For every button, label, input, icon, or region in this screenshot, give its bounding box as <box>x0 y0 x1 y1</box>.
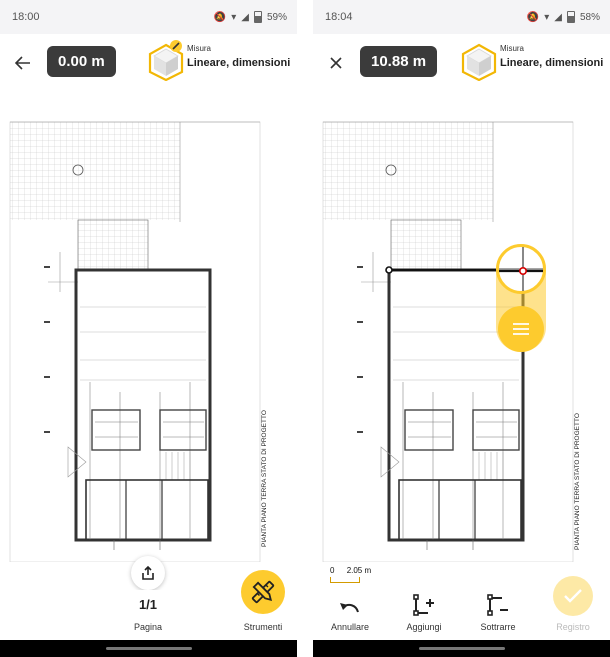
tool-title: Lineare, dimensioni <box>187 57 291 69</box>
top-header: 0.00 m Misura Lineare, dimensioni <box>0 34 297 92</box>
close-icon <box>330 57 342 69</box>
home-handle[interactable] <box>106 647 192 650</box>
undo-icon <box>340 603 359 613</box>
page-count[interactable]: 1/1 <box>128 597 168 612</box>
tool-subtitle: Misura <box>500 44 525 53</box>
drawing-title: PIANTA PIANO TERRA STATO DI PROGETTO <box>261 410 268 547</box>
battery-icon <box>566 11 575 23</box>
status-time: 18:04 <box>325 11 353 23</box>
scale-start: 0 <box>330 566 335 575</box>
undo-button[interactable] <box>335 596 365 618</box>
signal-icon: ◢ <box>241 11 249 23</box>
top-header: 10.88 m Misura Lineare, dimensioni <box>313 34 610 92</box>
add-point-button[interactable] <box>409 594 439 616</box>
right-phone-screen: 18:04 🔕 ▾ ◢ 58% 10.88 m Misura Lineare, … <box>313 0 610 657</box>
status-time: 18:00 <box>12 11 40 23</box>
mute-icon: 🔕 <box>213 11 227 23</box>
measure-tool-button[interactable] <box>147 39 185 82</box>
menu-lines-icon <box>513 323 529 335</box>
cube-measure-icon <box>148 40 184 82</box>
undo-label[interactable]: Annullare <box>325 622 375 632</box>
floor-plan-drawing <box>322 121 574 562</box>
measurement-value: 0.00 m <box>47 46 116 77</box>
tool-texts: Misura Lineare, dimensioni <box>187 44 290 69</box>
tool-texts: Misura Lineare, dimensioni <box>500 44 603 69</box>
system-nav-bar <box>0 640 297 657</box>
tools-label[interactable]: Strumenti <box>236 622 290 632</box>
scale-end: 2.05 m <box>346 566 372 575</box>
left-phone-screen: 18:00 🔕 ▾ ◢ 59% 0.00 m Misura Lineare, d… <box>0 0 297 657</box>
drawing-title: PIANTA PIANO TERRA STATO DI PROGETTO <box>574 413 581 550</box>
register-button[interactable] <box>553 576 593 616</box>
status-icons: 🔕 ▾ ◢ 58% <box>527 11 600 23</box>
back-button[interactable] <box>10 50 36 76</box>
battery-icon <box>253 11 262 23</box>
battery-percent: 59% <box>266 11 287 23</box>
page-label[interactable]: Pagina <box>124 622 172 632</box>
mute-icon: 🔕 <box>526 11 540 23</box>
signal-icon: ◢ <box>554 11 562 23</box>
system-nav-bar <box>313 640 610 657</box>
tool-title: Lineare, dimensioni <box>500 57 604 69</box>
add-point-icon <box>413 594 434 616</box>
wifi-icon: ▾ <box>544 11 550 23</box>
floor-plan-canvas[interactable]: PIANTA PIANO TERRA STATO DI PROGETTO <box>313 92 610 562</box>
cube-measure-icon <box>461 43 497 82</box>
floor-plan-drawing <box>9 121 261 562</box>
magnifier-loupe <box>496 244 546 294</box>
floor-plan-canvas[interactable]: PIANTA PIANO TERRA STATO DI PROGETTO <box>0 92 297 562</box>
scale-bar: 0 2.05 m <box>330 566 371 583</box>
subtract-point-icon <box>487 594 508 616</box>
share-icon <box>142 565 154 580</box>
status-bar: 18:04 🔕 ▾ ◢ 58% <box>313 0 610 34</box>
scale-ruler <box>330 577 360 583</box>
crosshair-icon <box>499 247 543 291</box>
measure-tool-button[interactable] <box>460 39 498 82</box>
measurement-value: 10.88 m <box>360 46 438 77</box>
checkmark-icon <box>564 589 582 603</box>
back-arrow-icon <box>15 56 30 70</box>
share-button[interactable] <box>131 556 165 590</box>
wifi-icon: ▾ <box>231 11 237 23</box>
ruler-pencil-icon <box>251 580 275 604</box>
status-icons: 🔕 ▾ ◢ 59% <box>214 11 287 23</box>
add-label[interactable]: Aggiungi <box>399 622 449 632</box>
subtract-label[interactable]: Sottrarre <box>471 622 525 632</box>
close-button[interactable] <box>323 50 349 76</box>
status-bar: 18:00 🔕 ▾ ◢ 59% <box>0 0 297 34</box>
subtract-point-button[interactable] <box>483 594 513 616</box>
drag-handle-button[interactable] <box>498 306 544 352</box>
tool-subtitle: Misura <box>187 44 212 53</box>
register-label: Registro <box>556 622 590 632</box>
tools-button[interactable] <box>241 570 285 614</box>
home-handle[interactable] <box>419 647 505 650</box>
battery-percent: 58% <box>579 11 600 23</box>
